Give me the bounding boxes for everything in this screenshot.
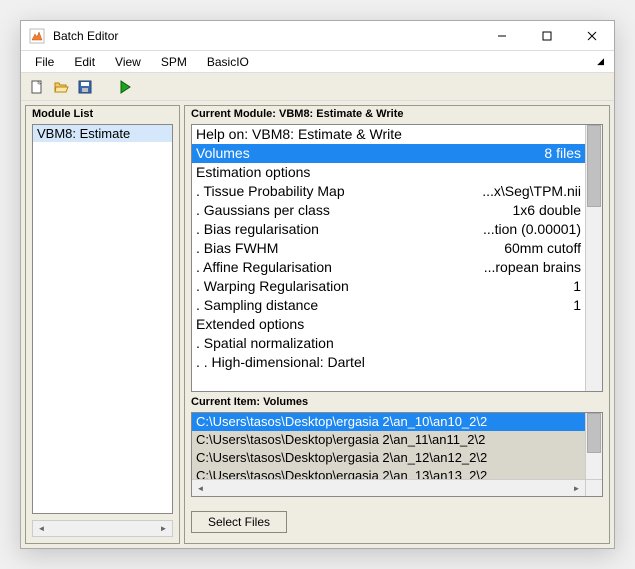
parameter-value: [573, 163, 581, 182]
parameter-value: 1x6 double: [504, 201, 581, 220]
file-path-row[interactable]: C:\Users\tasos\Desktop\ergasia 2\an_10\a…: [192, 413, 585, 431]
file-path-row[interactable]: C:\Users\tasos\Desktop\ergasia 2\an_12\a…: [192, 449, 585, 467]
parameter-row[interactable]: Volumes8 files: [192, 144, 585, 163]
parameter-list-vscrollbar[interactable]: [585, 125, 602, 391]
module-list-title: Module List: [26, 106, 179, 122]
parameter-label: . Spatial normalization: [196, 334, 573, 353]
window-controls: [479, 21, 614, 51]
parameter-row[interactable]: . Tissue Probability Map...x\Seg\TPM.nii: [192, 182, 585, 201]
module-list[interactable]: VBM8: Estimate: [32, 124, 173, 514]
parameter-row[interactable]: Extended options: [192, 315, 585, 334]
select-files-button[interactable]: Select Files: [191, 511, 287, 533]
parameter-value: 8 files: [536, 144, 581, 163]
parameter-value: 1: [565, 277, 581, 296]
parameter-label: . Tissue Probability Map: [196, 182, 474, 201]
run-button[interactable]: [115, 77, 135, 97]
scroll-left-icon[interactable]: ◄: [33, 521, 50, 536]
open-file-button[interactable]: [51, 77, 71, 97]
parameter-row[interactable]: . . High-dimensional: Dartel: [192, 353, 585, 372]
scroll-right-icon[interactable]: ►: [568, 481, 585, 496]
parameter-row[interactable]: . Affine Regularisation...ropean brains: [192, 258, 585, 277]
batch-editor-window: Batch Editor File Edit View SPM BasicIO …: [20, 20, 615, 549]
minimize-button[interactable]: [479, 21, 524, 51]
menubar: File Edit View SPM BasicIO ◢: [21, 51, 614, 73]
parameter-row[interactable]: . Spatial normalization: [192, 334, 585, 353]
scroll-left-icon[interactable]: ◄: [192, 481, 209, 496]
parameter-label: . Bias FWHM: [196, 239, 496, 258]
parameter-label: . Warping Regularisation: [196, 277, 565, 296]
parameter-label: . Affine Regularisation: [196, 258, 476, 277]
parameter-label: . Gaussians per class: [196, 201, 504, 220]
parameter-value: [573, 315, 581, 334]
file-path-row[interactable]: C:\Users\tasos\Desktop\ergasia 2\an_11\a…: [192, 431, 585, 449]
parameter-row[interactable]: . Sampling distance1: [192, 296, 585, 315]
parameter-label: . Bias regularisation: [196, 220, 475, 239]
parameter-label: Estimation options: [196, 163, 573, 182]
module-list-panel: Module List VBM8: Estimate ◄ ►: [25, 105, 180, 544]
scroll-right-icon[interactable]: ►: [155, 521, 172, 536]
parameter-value: ...ropean brains: [476, 258, 581, 277]
parameter-row[interactable]: Help on: VBM8: Estimate & Write: [192, 125, 585, 144]
menu-view[interactable]: View: [105, 53, 151, 71]
menu-overflow-icon[interactable]: ◢: [597, 56, 610, 67]
scrollbar-thumb[interactable]: [587, 125, 601, 207]
parameter-row[interactable]: . Bias FWHM60mm cutoff: [192, 239, 585, 258]
file-path-row[interactable]: C:\Users\tasos\Desktop\ergasia 2\an_13\a…: [192, 467, 585, 479]
parameter-label: Help on: VBM8: Estimate & Write: [196, 125, 573, 144]
parameter-value: [573, 353, 581, 372]
open-folder-icon: [53, 79, 69, 95]
parameter-row[interactable]: . Gaussians per class1x6 double: [192, 201, 585, 220]
new-file-icon: [29, 79, 45, 95]
parameter-value: ...x\Seg\TPM.nii: [474, 182, 581, 201]
module-list-hscrollbar[interactable]: ◄ ►: [32, 520, 173, 537]
menu-spm[interactable]: SPM: [151, 53, 197, 71]
parameter-value: [573, 334, 581, 353]
parameter-row[interactable]: . Bias regularisation...tion (0.00001): [192, 220, 585, 239]
parameter-label: . . High-dimensional: Dartel: [196, 353, 573, 372]
parameter-label: Volumes: [196, 144, 536, 163]
menu-edit[interactable]: Edit: [64, 53, 105, 71]
parameter-value: ...tion (0.00001): [475, 220, 581, 239]
module-list-item[interactable]: VBM8: Estimate: [33, 125, 172, 142]
titlebar: Batch Editor: [21, 21, 614, 51]
app-icon: [29, 28, 45, 44]
item-list-vscrollbar[interactable]: [585, 413, 602, 479]
current-module-panel: Current Module: VBM8: Estimate & Write H…: [184, 105, 610, 544]
item-list[interactable]: C:\Users\tasos\Desktop\ergasia 2\an_10\a…: [191, 412, 603, 497]
scrollbar-thumb[interactable]: [587, 413, 601, 453]
parameter-row[interactable]: . Warping Regularisation1: [192, 277, 585, 296]
parameter-row[interactable]: Estimation options: [192, 163, 585, 182]
save-button[interactable]: [75, 77, 95, 97]
save-icon: [77, 79, 93, 95]
parameter-value: [573, 125, 581, 144]
parameter-label: Extended options: [196, 315, 573, 334]
menu-file[interactable]: File: [25, 53, 64, 71]
run-icon: [117, 79, 133, 95]
close-button[interactable]: [569, 21, 614, 51]
current-module-title: Current Module: VBM8: Estimate & Write: [185, 106, 609, 122]
toolbar: [21, 73, 614, 101]
scrollbar-corner: [585, 479, 602, 496]
new-file-button[interactable]: [27, 77, 47, 97]
item-list-hscrollbar[interactable]: ◄ ►: [192, 479, 585, 496]
parameter-value: 1: [565, 296, 581, 315]
content-area: Module List VBM8: Estimate ◄ ► Current M…: [21, 101, 614, 548]
window-title: Batch Editor: [53, 29, 479, 43]
menu-basicio[interactable]: BasicIO: [197, 53, 259, 71]
parameter-value: 60mm cutoff: [496, 239, 581, 258]
parameter-label: . Sampling distance: [196, 296, 565, 315]
current-item-title: Current Item: Volumes: [185, 394, 609, 410]
parameter-list[interactable]: Help on: VBM8: Estimate & WriteVolumes8 …: [191, 124, 603, 392]
maximize-button[interactable]: [524, 21, 569, 51]
